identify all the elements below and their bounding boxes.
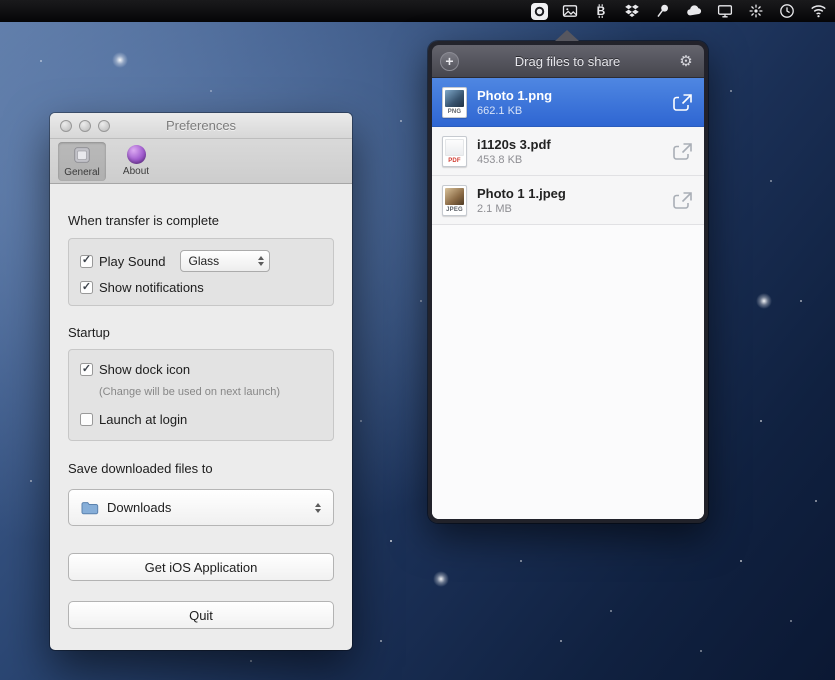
app-menu-icon[interactable] — [530, 2, 548, 20]
play-sound-checkbox[interactable]: ✓ — [80, 255, 93, 268]
bright-star — [756, 293, 772, 309]
stepper-arrows-icon — [258, 256, 264, 266]
startup-groupbox: ✓ Show dock icon (Change will be used on… — [68, 349, 334, 441]
jpeg-file-icon: JPEG — [442, 185, 467, 216]
file-name: Photo 1 1.jpeg — [477, 186, 566, 201]
menu-bar-status-icons: B — [530, 0, 827, 22]
file-row[interactable]: PDF i1120s 3.pdf 453.8 KB — [432, 127, 704, 176]
app-icon — [531, 3, 548, 20]
quit-button[interactable]: Quit — [68, 601, 334, 629]
popover-header: + Drag files to share ⚙ — [432, 45, 704, 78]
launch-at-login-label: Launch at login — [99, 412, 187, 427]
show-notifications-checkbox[interactable]: ✓ — [80, 281, 93, 294]
preferences-toolbar: General About — [50, 139, 352, 184]
add-file-button[interactable]: + — [440, 52, 459, 71]
title-bar[interactable]: Preferences — [50, 113, 352, 139]
file-size: 662.1 KB — [477, 105, 552, 117]
file-size: 2.1 MB — [477, 203, 566, 215]
file-row[interactable]: JPEG Photo 1 1.jpeg 2.1 MB — [432, 176, 704, 225]
png-file-icon: PNG — [442, 87, 467, 118]
share-icon[interactable] — [670, 92, 694, 113]
dock-icon-note: (Change will be used on next launch) — [99, 386, 280, 398]
about-icon — [127, 145, 146, 164]
popover-arrow — [555, 30, 579, 41]
folder-icon — [81, 501, 99, 515]
tab-general-label: General — [64, 167, 100, 178]
sound-dropdown[interactable]: Glass — [180, 250, 270, 272]
bright-star — [433, 571, 449, 587]
clock-icon[interactable] — [778, 2, 796, 20]
airdrop-icon[interactable] — [747, 2, 765, 20]
tab-about[interactable]: About — [112, 142, 160, 181]
tab-about-label: About — [123, 166, 149, 177]
play-sound-label: Play Sound — [99, 254, 166, 269]
file-list: PNG Photo 1.png 662.1 KB — [432, 78, 704, 519]
window-title: Preferences — [50, 113, 352, 139]
photos-icon[interactable] — [561, 2, 579, 20]
file-name: Photo 1.png — [477, 88, 552, 103]
stepper-arrows-icon — [315, 503, 321, 513]
desktop-wallpaper: B — [0, 0, 835, 680]
share-popover: + Drag files to share ⚙ PNG Photo 1.png … — [428, 41, 708, 523]
pushpin-icon[interactable] — [654, 2, 672, 20]
file-size: 453.8 KB — [477, 154, 551, 166]
gear-icon[interactable]: ⚙ — [676, 52, 696, 70]
dock-icon-row: ✓ Show dock icon — [80, 362, 190, 377]
share-icon[interactable] — [670, 141, 694, 162]
transfer-heading: When transfer is complete — [68, 213, 219, 228]
pdf-file-icon: PDF — [442, 136, 467, 167]
file-row[interactable]: PNG Photo 1.png 662.1 KB — [432, 78, 704, 127]
show-dock-icon-checkbox[interactable]: ✓ — [80, 363, 93, 376]
show-notifications-label: Show notifications — [99, 280, 204, 295]
launch-at-login-checkbox[interactable] — [80, 413, 93, 426]
startup-heading: Startup — [68, 325, 110, 340]
wifi-icon[interactable] — [809, 2, 827, 20]
file-name: i1120s 3.pdf — [477, 137, 551, 152]
dropbox-icon[interactable] — [623, 2, 641, 20]
bitcoin-icon[interactable]: B — [592, 2, 610, 20]
launch-login-row: Launch at login — [80, 412, 187, 427]
play-sound-row: ✓ Play Sound Glass — [80, 250, 270, 272]
general-icon — [72, 145, 92, 165]
file-list-empty-area — [432, 225, 704, 519]
downloads-dropdown[interactable]: Downloads — [68, 489, 334, 526]
cloud-icon[interactable] — [685, 2, 703, 20]
notifications-row: ✓ Show notifications — [80, 280, 204, 295]
svg-text:B: B — [597, 4, 606, 18]
show-dock-icon-label: Show dock icon — [99, 362, 190, 377]
transfer-groupbox: ✓ Play Sound Glass ✓ Show notifications — [68, 238, 334, 306]
display-icon[interactable] — [716, 2, 734, 20]
downloads-label: Downloads — [107, 500, 315, 515]
tab-general[interactable]: General — [58, 142, 106, 181]
get-ios-app-button[interactable]: Get iOS Application — [68, 553, 334, 581]
share-icon[interactable] — [670, 190, 694, 211]
popover-title: Drag files to share — [459, 54, 676, 69]
menu-bar: B — [0, 0, 835, 22]
save-heading: Save downloaded files to — [68, 461, 213, 476]
bright-star — [112, 52, 128, 68]
preferences-window: Preferences General About When transfer … — [50, 113, 352, 650]
